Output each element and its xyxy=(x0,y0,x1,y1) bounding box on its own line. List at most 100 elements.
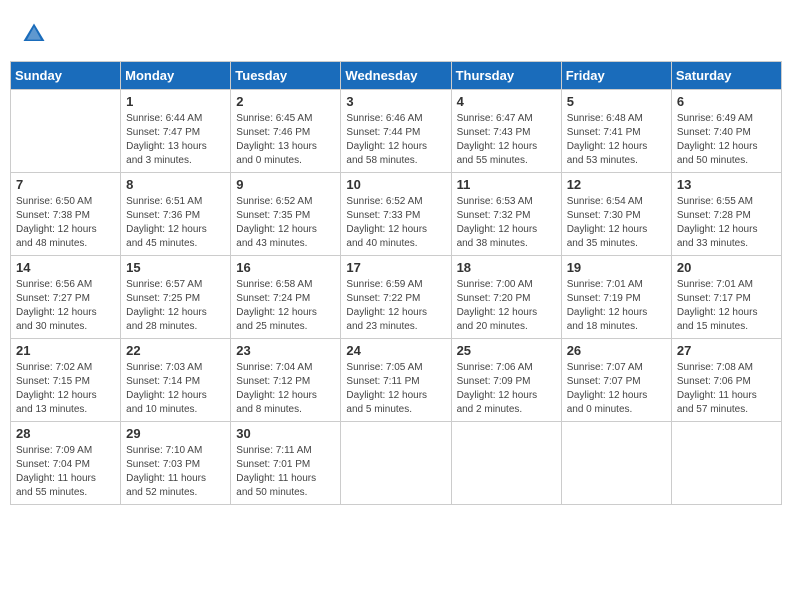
day-number: 18 xyxy=(457,260,556,275)
calendar-cell: 27 Sunrise: 7:08 AM Sunset: 7:06 PM Dayli… xyxy=(671,339,781,422)
day-number: 23 xyxy=(236,343,335,358)
calendar-cell: 26 Sunrise: 7:07 AM Sunset: 7:07 PM Dayli… xyxy=(561,339,671,422)
day-info: Sunrise: 6:56 AM Sunset: 7:27 PM Dayligh… xyxy=(16,278,115,334)
calendar-cell: 17 Sunrise: 6:59 AM Sunset: 7:22 PM Dayli… xyxy=(341,256,451,339)
day-number: 14 xyxy=(16,260,115,275)
calendar-cell: 22 Sunrise: 7:03 AM Sunset: 7:14 PM Dayli… xyxy=(121,339,231,422)
calendar-cell: 15Sunrise: 6:57 AM Sunset: 7:25 PM Dayli… xyxy=(121,256,231,339)
calendar-cell: 7 Sunrise: 6:50 AM Sunset: 7:38 PM Daylig… xyxy=(11,173,121,256)
calendar-cell xyxy=(671,422,781,505)
day-number: 27 xyxy=(677,343,776,358)
calendar-cell: 9Sunrise: 6:52 AM Sunset: 7:35 PM Daylig… xyxy=(231,173,341,256)
day-number: 11 xyxy=(457,177,556,192)
day-number: 16 xyxy=(236,260,335,275)
day-number: 28 xyxy=(16,426,115,441)
calendar-cell: 8 Sunrise: 6:51 AM Sunset: 7:36 PM Daylig… xyxy=(121,173,231,256)
day-info: Sunrise: 6:47 AM Sunset: 7:43 PM Dayligh… xyxy=(457,112,556,168)
logo xyxy=(20,20,52,48)
calendar-cell: 11 Sunrise: 6:53 AM Sunset: 7:32 PM Dayli… xyxy=(451,173,561,256)
day-info: Sunrise: 7:02 AM Sunset: 7:15 PM Dayligh… xyxy=(16,361,115,417)
calendar-header-row: SundayMondayTuesdayWednesdayThursdayFrid… xyxy=(11,62,782,90)
day-info: Sunrise: 7:09 AM Sunset: 7:04 PM Dayligh… xyxy=(16,444,115,500)
calendar-cell: 25 Sunrise: 7:06 AM Sunset: 7:09 PM Dayli… xyxy=(451,339,561,422)
day-number: 25 xyxy=(457,343,556,358)
day-number: 29 xyxy=(126,426,225,441)
calendar-week-row: 1 Sunrise: 6:44 AM Sunset: 7:47 PM Daylig… xyxy=(11,90,782,173)
calendar-cell: 21 Sunrise: 7:02 AM Sunset: 7:15 PM Dayli… xyxy=(11,339,121,422)
calendar-cell: 29 Sunrise: 7:10 AM Sunset: 7:03 PM Dayli… xyxy=(121,422,231,505)
day-number: 26 xyxy=(567,343,666,358)
calendar-cell: 5Sunrise: 6:48 AM Sunset: 7:41 PM Daylig… xyxy=(561,90,671,173)
day-info: Sunrise: 7:01 AM Sunset: 7:17 PM Dayligh… xyxy=(677,278,776,334)
day-number: 1 xyxy=(126,94,225,109)
day-info: Sunrise: 6:45 AM Sunset: 7:46 PM Dayligh… xyxy=(236,112,335,168)
calendar-week-row: 7 Sunrise: 6:50 AM Sunset: 7:38 PM Daylig… xyxy=(11,173,782,256)
day-info: Sunrise: 6:54 AM Sunset: 7:30 PM Dayligh… xyxy=(567,195,666,251)
day-of-week-header: Thursday xyxy=(451,62,561,90)
calendar-cell: 16 Sunrise: 6:58 AM Sunset: 7:24 PM Dayli… xyxy=(231,256,341,339)
calendar-week-row: 21 Sunrise: 7:02 AM Sunset: 7:15 PM Dayli… xyxy=(11,339,782,422)
day-info: Sunrise: 7:04 AM Sunset: 7:12 PM Dayligh… xyxy=(236,361,335,417)
day-of-week-header: Sunday xyxy=(11,62,121,90)
calendar-cell xyxy=(561,422,671,505)
calendar-cell: 14 Sunrise: 6:56 AM Sunset: 7:27 PM Dayli… xyxy=(11,256,121,339)
calendar-cell: 13 Sunrise: 6:55 AM Sunset: 7:28 PM Dayli… xyxy=(671,173,781,256)
day-info: Sunrise: 7:01 AM Sunset: 7:19 PM Dayligh… xyxy=(567,278,666,334)
day-number: 3 xyxy=(346,94,445,109)
day-info: Sunrise: 7:03 AM Sunset: 7:14 PM Dayligh… xyxy=(126,361,225,417)
day-number: 7 xyxy=(16,177,115,192)
calendar-cell: 3 Sunrise: 6:46 AM Sunset: 7:44 PM Daylig… xyxy=(341,90,451,173)
day-info: Sunrise: 7:10 AM Sunset: 7:03 PM Dayligh… xyxy=(126,444,225,500)
day-number: 12 xyxy=(567,177,666,192)
day-number: 17 xyxy=(346,260,445,275)
day-info: Sunrise: 6:44 AM Sunset: 7:47 PM Dayligh… xyxy=(126,112,225,168)
calendar-cell: 1 Sunrise: 6:44 AM Sunset: 7:47 PM Daylig… xyxy=(121,90,231,173)
day-info: Sunrise: 6:50 AM Sunset: 7:38 PM Dayligh… xyxy=(16,195,115,251)
day-info: Sunrise: 7:08 AM Sunset: 7:06 PM Dayligh… xyxy=(677,361,776,417)
calendar-cell: 6Sunrise: 6:49 AM Sunset: 7:40 PM Daylig… xyxy=(671,90,781,173)
day-info: Sunrise: 7:06 AM Sunset: 7:09 PM Dayligh… xyxy=(457,361,556,417)
day-number: 9 xyxy=(236,177,335,192)
calendar-cell xyxy=(11,90,121,173)
calendar-cell: 10Sunrise: 6:52 AM Sunset: 7:33 PM Dayli… xyxy=(341,173,451,256)
day-info: Sunrise: 7:07 AM Sunset: 7:07 PM Dayligh… xyxy=(567,361,666,417)
day-info: Sunrise: 6:58 AM Sunset: 7:24 PM Dayligh… xyxy=(236,278,335,334)
calendar-week-row: 28 Sunrise: 7:09 AM Sunset: 7:04 PM Dayli… xyxy=(11,422,782,505)
calendar-table: SundayMondayTuesdayWednesdayThursdayFrid… xyxy=(10,61,782,505)
calendar-cell: 28 Sunrise: 7:09 AM Sunset: 7:04 PM Dayli… xyxy=(11,422,121,505)
day-info: Sunrise: 6:53 AM Sunset: 7:32 PM Dayligh… xyxy=(457,195,556,251)
day-info: Sunrise: 6:51 AM Sunset: 7:36 PM Dayligh… xyxy=(126,195,225,251)
calendar-cell xyxy=(451,422,561,505)
day-info: Sunrise: 6:55 AM Sunset: 7:28 PM Dayligh… xyxy=(677,195,776,251)
day-number: 22 xyxy=(126,343,225,358)
calendar-cell: 23 Sunrise: 7:04 AM Sunset: 7:12 PM Dayli… xyxy=(231,339,341,422)
day-number: 21 xyxy=(16,343,115,358)
day-info: Sunrise: 6:46 AM Sunset: 7:44 PM Dayligh… xyxy=(346,112,445,168)
day-info: Sunrise: 7:05 AM Sunset: 7:11 PM Dayligh… xyxy=(346,361,445,417)
day-number: 30 xyxy=(236,426,335,441)
calendar-cell: 20Sunrise: 7:01 AM Sunset: 7:17 PM Dayli… xyxy=(671,256,781,339)
day-number: 8 xyxy=(126,177,225,192)
day-of-week-header: Wednesday xyxy=(341,62,451,90)
day-number: 13 xyxy=(677,177,776,192)
day-info: Sunrise: 6:48 AM Sunset: 7:41 PM Dayligh… xyxy=(567,112,666,168)
calendar-cell: 2 Sunrise: 6:45 AM Sunset: 7:46 PM Daylig… xyxy=(231,90,341,173)
page-header xyxy=(10,10,782,53)
day-info: Sunrise: 6:49 AM Sunset: 7:40 PM Dayligh… xyxy=(677,112,776,168)
day-info: Sunrise: 6:59 AM Sunset: 7:22 PM Dayligh… xyxy=(346,278,445,334)
day-number: 19 xyxy=(567,260,666,275)
calendar-cell: 19 Sunrise: 7:01 AM Sunset: 7:19 PM Dayli… xyxy=(561,256,671,339)
day-number: 4 xyxy=(457,94,556,109)
calendar-week-row: 14 Sunrise: 6:56 AM Sunset: 7:27 PM Dayli… xyxy=(11,256,782,339)
day-number: 2 xyxy=(236,94,335,109)
day-of-week-header: Saturday xyxy=(671,62,781,90)
day-info: Sunrise: 7:00 AM Sunset: 7:20 PM Dayligh… xyxy=(457,278,556,334)
calendar-cell: 12 Sunrise: 6:54 AM Sunset: 7:30 PM Dayli… xyxy=(561,173,671,256)
day-info: Sunrise: 7:11 AM Sunset: 7:01 PM Dayligh… xyxy=(236,444,335,500)
calendar-cell xyxy=(341,422,451,505)
logo-icon xyxy=(20,20,48,48)
calendar-cell: 24Sunrise: 7:05 AM Sunset: 7:11 PM Dayli… xyxy=(341,339,451,422)
day-of-week-header: Tuesday xyxy=(231,62,341,90)
day-number: 10 xyxy=(346,177,445,192)
calendar-cell: 4 Sunrise: 6:47 AM Sunset: 7:43 PM Daylig… xyxy=(451,90,561,173)
